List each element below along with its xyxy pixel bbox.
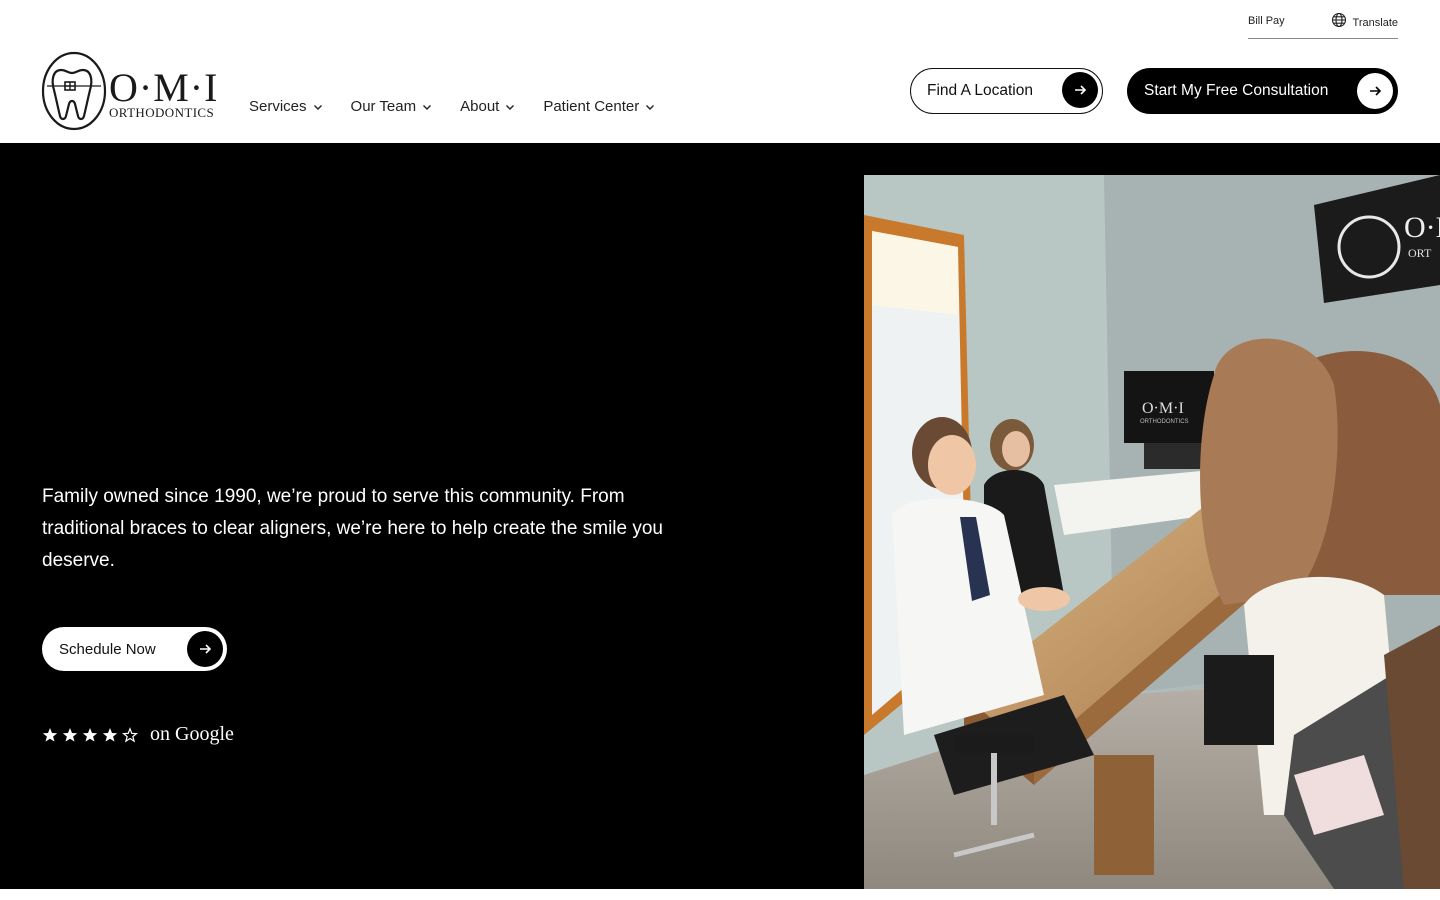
main-nav: Services Our Team About Patient Center [249, 96, 655, 116]
site-logo[interactable]: O·M·I ORTHODONTICS [41, 48, 221, 134]
translate-link[interactable]: Translate [1331, 12, 1398, 34]
monitor-logo-sub: ORTHODONTICS [1140, 419, 1189, 425]
nav-item-label: Services [249, 97, 307, 115]
star-filled-icon [82, 727, 98, 742]
free-consultation-label: Start My Free Consultation [1144, 82, 1329, 99]
bill-pay-link[interactable]: Bill Pay [1248, 12, 1285, 30]
nav-item-label: Patient Center [543, 97, 640, 115]
chevron-down-icon [506, 105, 515, 110]
arrow-right-icon [1062, 72, 1098, 108]
star-filled-icon [42, 727, 58, 742]
chevron-down-icon [646, 105, 655, 110]
schedule-now-label: Schedule Now [59, 640, 156, 658]
hero-description: Family owned since 1990, we’re proud to … [42, 486, 663, 571]
chevron-down-icon [313, 105, 322, 110]
logo-wordmark: O·M·I ORTHODONTICS [109, 65, 219, 121]
find-location-label: Find A Location [927, 82, 1033, 99]
logo-wordmark-small: ORTHODONTICS [109, 105, 215, 120]
star-filled-icon [62, 727, 78, 742]
chevron-down-icon [423, 105, 432, 110]
hero-photo: O·M·I ORT O·M·I ORTHODONTICS [864, 175, 1440, 889]
star-filled-icon [102, 727, 118, 742]
bill-pay-label: Bill Pay [1248, 15, 1285, 27]
sign-logo-text: O·M·I [1404, 211, 1440, 244]
sign-logo-sub: ORT [1408, 246, 1432, 260]
utility-bar: Bill Pay Translate [1248, 12, 1398, 39]
arrow-right-icon [187, 631, 223, 667]
tooth-logo-icon [41, 51, 107, 131]
nav-item-label: About [460, 97, 500, 115]
nav-item-about[interactable]: About [460, 96, 515, 116]
globe-icon [1331, 12, 1347, 34]
star-outline-icon [122, 726, 138, 742]
nav-item-patient-center[interactable]: Patient Center [543, 96, 655, 116]
find-location-button[interactable]: Find A Location [910, 68, 1103, 114]
hero-section: Family owned since 1990, we’re proud to … [0, 143, 1440, 889]
translate-label: Translate [1352, 17, 1398, 29]
nav-item-label: Our Team [350, 97, 417, 115]
monitor-logo-text: O·M·I [1142, 400, 1184, 417]
rating-source: on Google [150, 723, 234, 745]
arrow-right-icon [1357, 73, 1393, 109]
logo-wordmark-big: O·M·I [109, 65, 219, 110]
free-consultation-button[interactable]: Start My Free Consultation [1127, 68, 1398, 114]
google-rating[interactable]: on Google [42, 723, 234, 746]
schedule-now-button[interactable]: Schedule Now [42, 627, 227, 671]
nav-item-our-team[interactable]: Our Team [351, 96, 433, 116]
nav-item-services[interactable]: Services [249, 96, 323, 116]
